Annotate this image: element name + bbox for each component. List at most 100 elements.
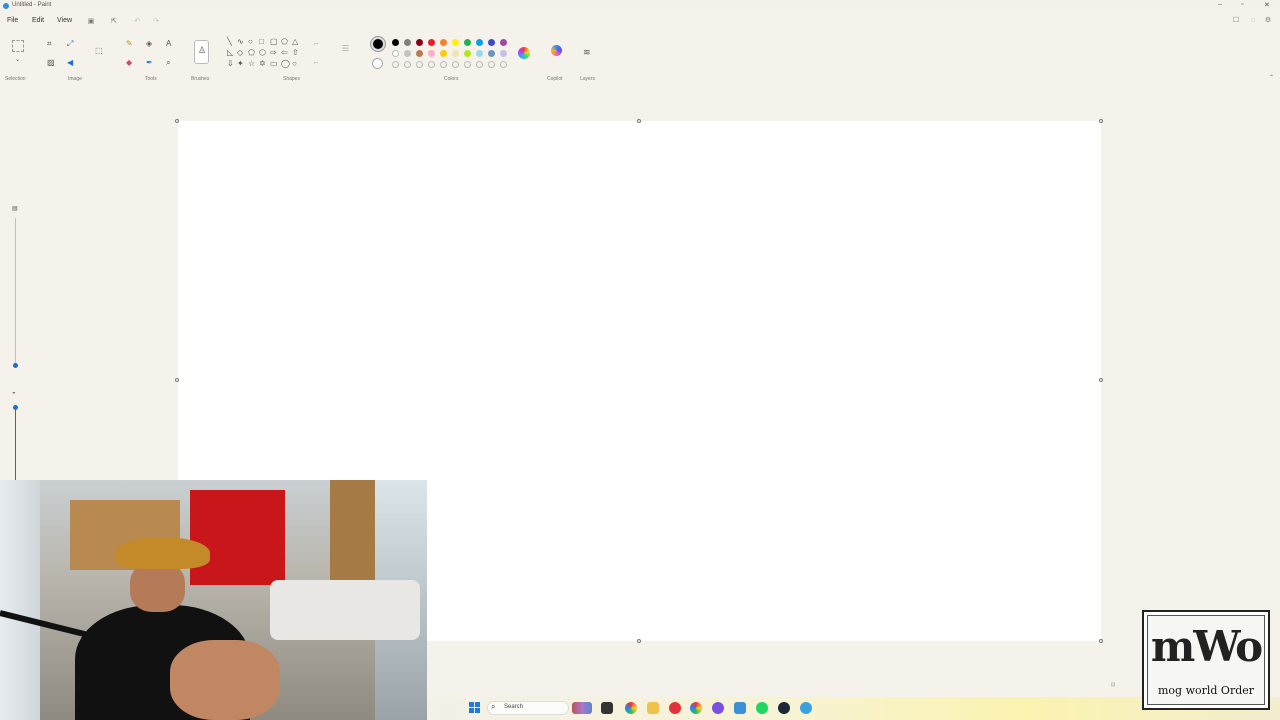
taskbar-search-box[interactable]	[487, 701, 569, 715]
up-arrow-shape-icon[interactable]: ⇧	[292, 48, 299, 58]
maximize-button[interactable]: ▫	[1241, 1, 1243, 8]
color-swatch[interactable]	[392, 39, 399, 46]
paint-taskbar-icon[interactable]	[800, 702, 812, 714]
custom-color-slot[interactable]	[392, 61, 399, 68]
steam-icon[interactable]	[778, 702, 790, 714]
custom-color-slot[interactable]	[500, 61, 507, 68]
rounded-rectangle-shape-icon[interactable]: ▢	[270, 37, 278, 47]
canvas-handle-top-left[interactable]	[175, 119, 179, 123]
settings-icon[interactable]: ⚙	[1264, 17, 1272, 25]
widget-icon[interactable]	[572, 702, 592, 714]
selection-tool[interactable]	[12, 40, 24, 52]
edit-colors-icon[interactable]	[518, 47, 530, 59]
size-slider-knob[interactable]	[13, 363, 18, 368]
custom-color-slot[interactable]	[464, 61, 471, 68]
hexagon-shape-icon[interactable]: ⬡	[259, 48, 266, 58]
close-button[interactable]: ✕	[1264, 1, 1270, 9]
save-icon[interactable]: ▣	[87, 18, 95, 26]
left-arrow-shape-icon[interactable]: ⇦	[281, 48, 288, 58]
custom-color-slot[interactable]	[440, 61, 447, 68]
size-slider-track[interactable]	[15, 218, 16, 364]
app-red-icon[interactable]	[669, 702, 681, 714]
rotate-icon[interactable]: ◀	[67, 58, 73, 68]
color-swatch[interactable]	[476, 50, 483, 57]
rectangle-shape-icon[interactable]: □	[259, 37, 264, 47]
six-point-star-shape-icon[interactable]: ✡	[259, 59, 266, 69]
custom-color-slot[interactable]	[416, 61, 423, 68]
oval-callout-shape-icon[interactable]: ◯	[281, 59, 290, 69]
menu-file[interactable]: File	[7, 17, 18, 24]
magnifier-icon[interactable]: ⌕	[166, 58, 170, 68]
pentagon-shape-icon[interactable]: ⬠	[248, 48, 255, 58]
calculator-icon[interactable]	[734, 702, 746, 714]
shape-fill-icon[interactable]: ⌐	[314, 58, 319, 68]
text-icon[interactable]: A	[166, 39, 171, 49]
minimize-button[interactable]: –	[1218, 1, 1222, 8]
color-swatch[interactable]	[464, 50, 471, 57]
oval-shape-icon[interactable]: ○	[248, 37, 253, 47]
color-swatch[interactable]	[404, 39, 411, 46]
copilot-icon[interactable]	[551, 45, 562, 56]
canvas-handle-top[interactable]	[637, 119, 641, 123]
color-swatch[interactable]	[476, 39, 483, 46]
pencil-icon[interactable]: ✎	[126, 39, 133, 49]
resize-icon[interactable]: ⤢	[67, 39, 73, 49]
menu-view[interactable]: View	[57, 17, 72, 24]
chrome-alt-icon[interactable]	[690, 702, 702, 714]
canvas-handle-bottom[interactable]	[637, 639, 641, 643]
triangle-shape-icon[interactable]: △	[292, 37, 298, 47]
color-swatch[interactable]	[428, 39, 435, 46]
secondary-color-swatch[interactable]	[372, 58, 383, 69]
task-view-icon[interactable]	[601, 702, 613, 714]
color-swatch[interactable]	[404, 50, 411, 57]
four-point-star-shape-icon[interactable]: ✦	[237, 59, 244, 69]
file-explorer-icon[interactable]	[647, 702, 659, 714]
canvas-handle-top-right[interactable]	[1099, 119, 1103, 123]
feedback-icon[interactable]: ☐	[1232, 17, 1240, 25]
size-icon[interactable]: ☰	[342, 44, 349, 54]
polygon-shape-icon[interactable]: ⬠	[281, 37, 288, 47]
layers-icon[interactable]: ≋	[583, 47, 591, 58]
color-swatch[interactable]	[440, 39, 447, 46]
zoom-fit-icon[interactable]: ⊡	[1111, 682, 1115, 688]
collapse-ribbon-icon[interactable]: ⌃	[1269, 74, 1274, 81]
custom-color-slot[interactable]	[488, 61, 495, 68]
primary-color-swatch[interactable]	[371, 37, 385, 51]
selection-dropdown-icon[interactable]: ⌄	[15, 55, 20, 65]
line-shape-icon[interactable]: ╲	[227, 37, 232, 47]
account-icon[interactable]: ◌	[1249, 17, 1257, 25]
color-swatch[interactable]	[416, 50, 423, 57]
redo-icon[interactable]: ↷	[152, 18, 160, 26]
crop-icon[interactable]: ⌗	[47, 39, 52, 49]
select-all-icon[interactable]: ⬚	[95, 46, 103, 56]
right-arrow-shape-icon[interactable]: ⇨	[270, 48, 277, 58]
custom-color-slot[interactable]	[428, 61, 435, 68]
color-swatch[interactable]	[392, 50, 399, 57]
color-picker-tool-icon[interactable]: ✒	[146, 58, 153, 68]
custom-color-slot[interactable]	[452, 61, 459, 68]
canvas-handle-bottom-right[interactable]	[1099, 639, 1103, 643]
color-swatch[interactable]	[500, 39, 507, 46]
custom-color-slot[interactable]	[404, 61, 411, 68]
custom-color-slot[interactable]	[476, 61, 483, 68]
curve-shape-icon[interactable]: ∿	[237, 37, 244, 47]
rect-callout-shape-icon[interactable]: ▭	[270, 59, 278, 69]
color-swatch[interactable]	[416, 39, 423, 46]
canvas-handle-left[interactable]	[175, 378, 179, 382]
fill-icon[interactable]: ◈	[146, 39, 152, 49]
outline-icon[interactable]: ⌐	[314, 39, 319, 49]
color-swatch[interactable]	[428, 50, 435, 57]
remove-background-icon[interactable]: ▨	[47, 58, 55, 68]
five-point-star-shape-icon[interactable]: ☆	[248, 59, 255, 69]
color-swatch[interactable]	[500, 50, 507, 57]
right-triangle-shape-icon[interactable]: ◺	[227, 48, 233, 58]
spotify-icon[interactable]	[756, 702, 768, 714]
share-icon[interactable]: ⇱	[110, 18, 118, 26]
color-swatch[interactable]	[488, 39, 495, 46]
diamond-shape-icon[interactable]: ◇	[237, 48, 243, 58]
cloud-callout-shape-icon[interactable]: ○	[292, 59, 297, 69]
menu-edit[interactable]: Edit	[32, 17, 44, 24]
start-icon[interactable]	[469, 702, 480, 713]
color-swatch[interactable]	[488, 50, 495, 57]
canvas-handle-right[interactable]	[1099, 378, 1103, 382]
